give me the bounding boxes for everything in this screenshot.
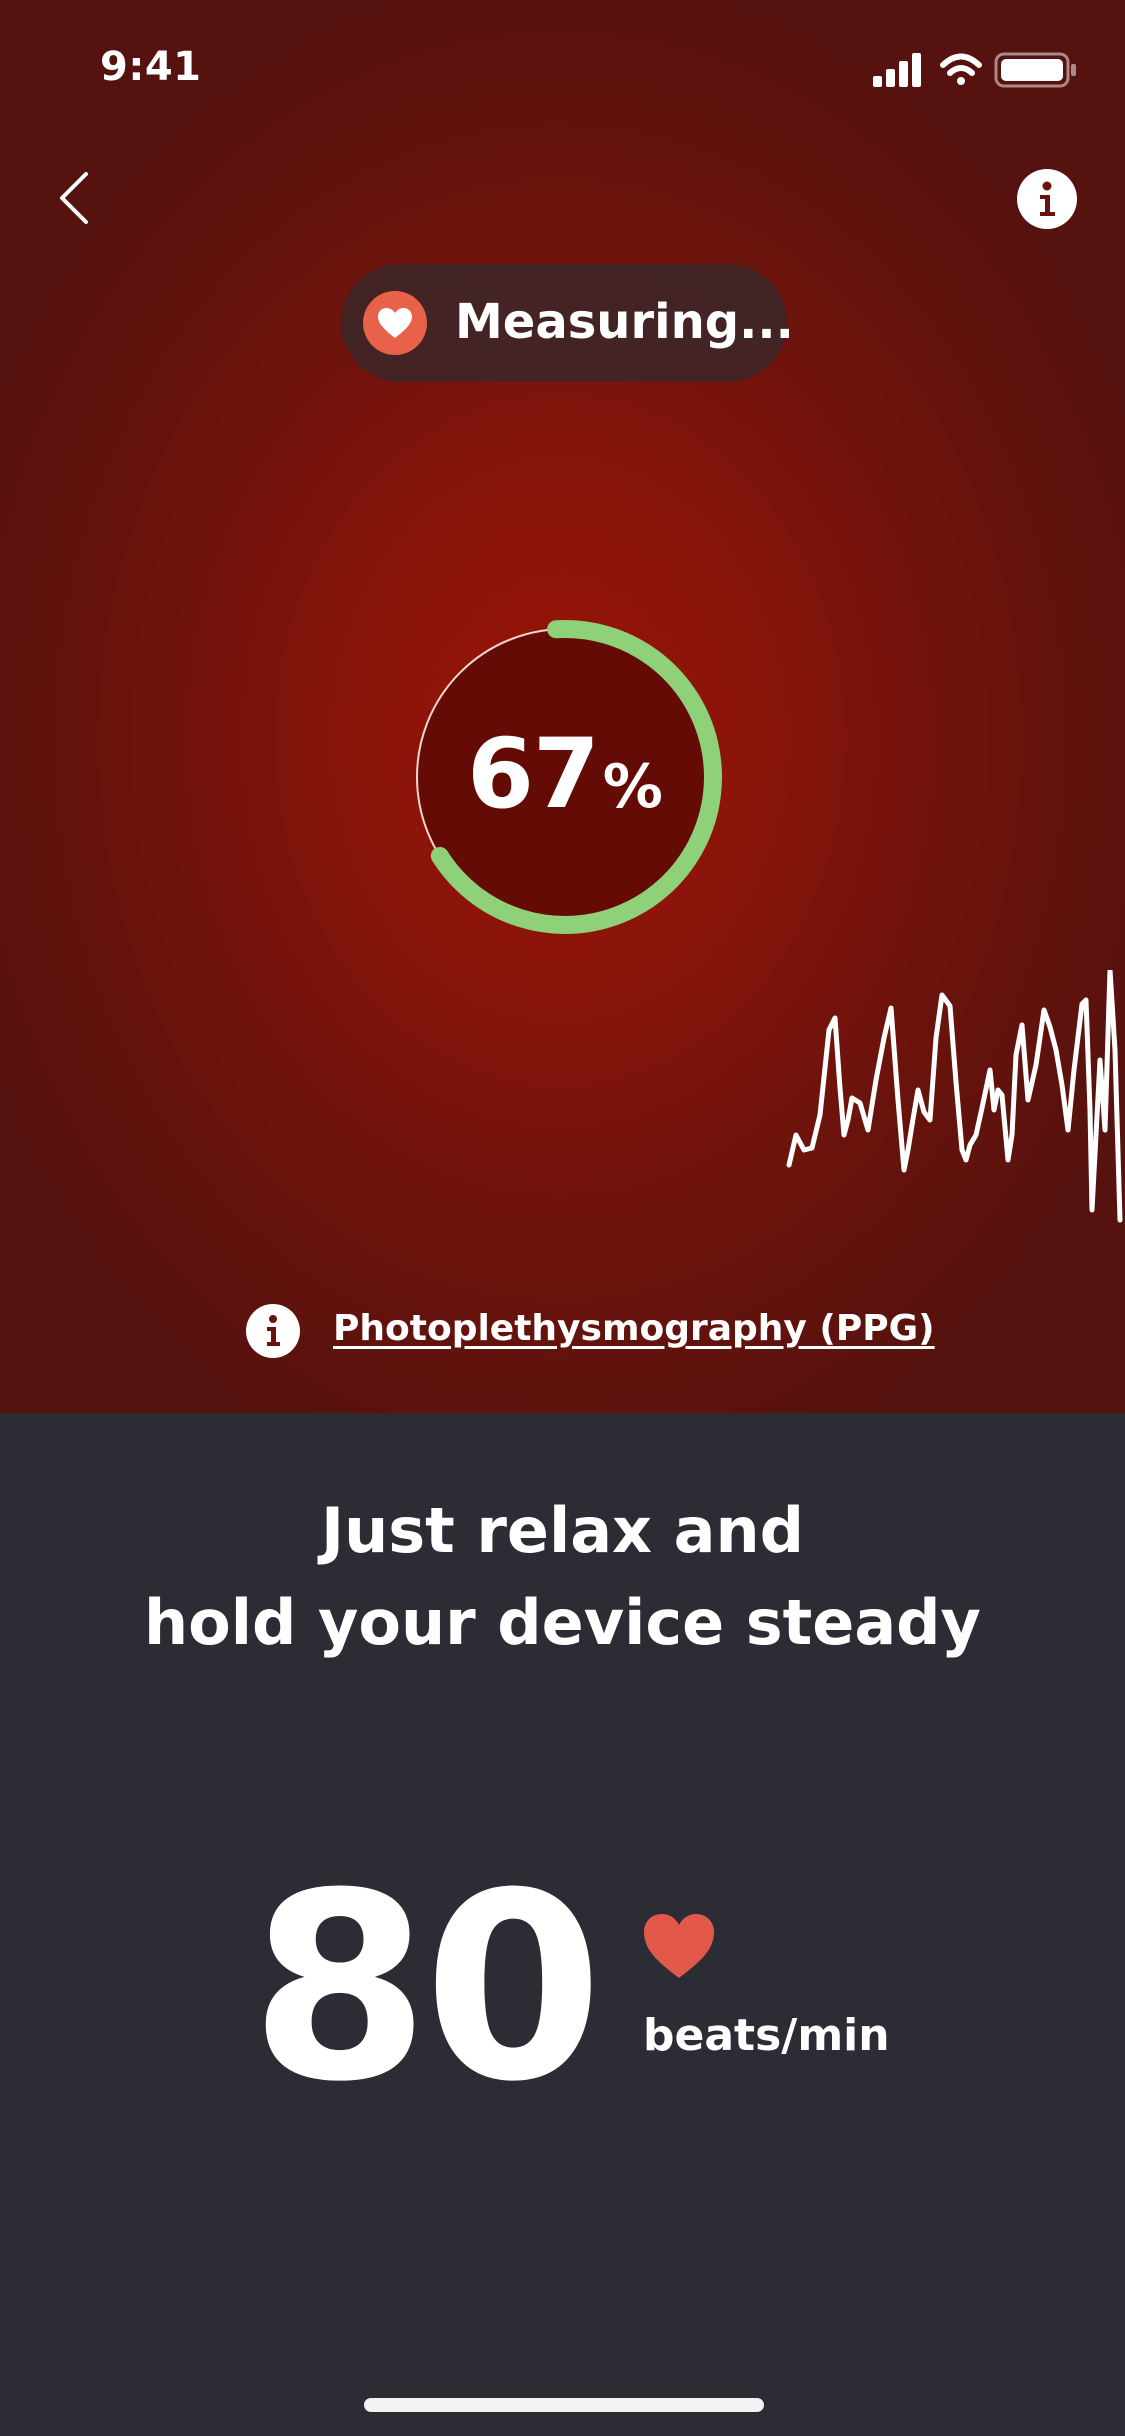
- back-button[interactable]: [50, 168, 100, 228]
- ppg-info-button[interactable]: [246, 1304, 300, 1358]
- progress-unit: %: [602, 752, 663, 822]
- wifi-icon: [940, 53, 982, 85]
- battery-icon: [994, 52, 1076, 88]
- info-icon: [267, 1315, 280, 1346]
- heart-icon-badge: [363, 291, 427, 355]
- ppg-waveform-line: [786, 970, 1123, 1223]
- heart-icon: [378, 308, 412, 338]
- heart-rate-unit: beats/min: [643, 2010, 890, 2061]
- instruction-line-1: Just relax and: [321, 1494, 804, 1567]
- progress-percentage: 67%: [405, 718, 725, 830]
- info-button[interactable]: [1017, 169, 1077, 229]
- instruction-line-2: hold your device steady: [144, 1586, 981, 1659]
- measuring-label: Measuring...: [455, 294, 794, 350]
- heart-icon: [644, 1914, 714, 1978]
- home-indicator[interactable]: [364, 2398, 764, 2412]
- measuring-status-pill: Measuring...: [341, 264, 794, 382]
- status-bar-icons: [873, 52, 1076, 88]
- progress-value: 67: [467, 718, 600, 830]
- ppg-info-link[interactable]: Photoplethysmography (PPG): [333, 1308, 935, 1349]
- ppg-waveform: [786, 970, 1123, 1223]
- chevron-left-icon: [60, 172, 88, 224]
- instruction-text: Just relax and hold your device steady: [0, 1485, 1125, 1669]
- status-bar-time: 9:41: [100, 44, 202, 90]
- info-icon: [1040, 181, 1055, 216]
- cellular-signal-icon: [873, 53, 921, 87]
- measurement-panel: 9:41 Measuring... 67% Photoplethysmograp…: [0, 0, 1125, 1413]
- heart-rate-value: 80: [250, 1838, 603, 2138]
